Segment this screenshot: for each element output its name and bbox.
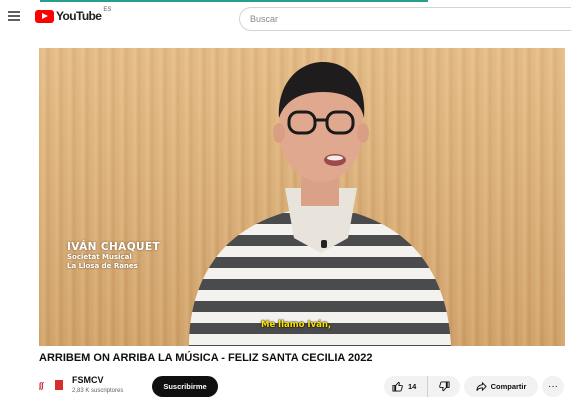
video-frame-person — [189, 62, 451, 346]
like-dislike-group: 14 — [384, 376, 460, 397]
share-arrow-icon — [476, 381, 487, 392]
youtube-play-icon — [35, 9, 54, 23]
logo-country-code: ES — [103, 7, 112, 13]
menu-icon[interactable] — [8, 11, 20, 21]
share-button[interactable]: Compartir — [464, 376, 538, 397]
video-title: ARRIBEM ON ARRIBA LA MÚSICA - FELIZ SANT… — [39, 352, 373, 364]
like-button[interactable]: 14 — [384, 376, 428, 397]
channel-name[interactable]: FSMCV — [72, 375, 104, 385]
video-player[interactable]: IVÁN CHAQUET Societat Musical La Llosa d… — [39, 48, 565, 346]
thumbs-down-icon — [438, 381, 450, 392]
speaker-name: IVÁN CHAQUET — [67, 241, 161, 253]
youtube-logo[interactable]: YouTube ES — [35, 7, 112, 23]
speaker-org-line1: Societat Musical — [67, 253, 132, 261]
more-actions-button[interactable]: ··· — [542, 376, 564, 397]
dislike-button[interactable] — [428, 376, 460, 397]
like-count: 14 — [408, 382, 417, 391]
video-subtitle: Me llamo Iván, — [261, 320, 332, 330]
masthead: YouTube ES Buscar — [0, 2, 571, 32]
name-lower-third: IVÁN CHAQUET Societat Musical La Llosa d… — [67, 241, 160, 271]
speaker-org-line2: La Llosa de Ranes — [67, 262, 138, 270]
logo-text: YouTube — [56, 9, 102, 23]
thumbs-up-icon — [392, 381, 403, 392]
subscribe-button[interactable]: Suscribirme — [152, 376, 218, 397]
svg-text:∫∫: ∫∫ — [39, 381, 44, 390]
channel-avatar[interactable]: ∫∫ — [39, 378, 65, 392]
search-input[interactable]: Buscar — [239, 7, 571, 31]
share-label: Compartir — [490, 382, 527, 391]
search-placeholder: Buscar — [250, 14, 279, 24]
channel-subscriber-count: 2,83 K suscriptores — [72, 388, 124, 394]
